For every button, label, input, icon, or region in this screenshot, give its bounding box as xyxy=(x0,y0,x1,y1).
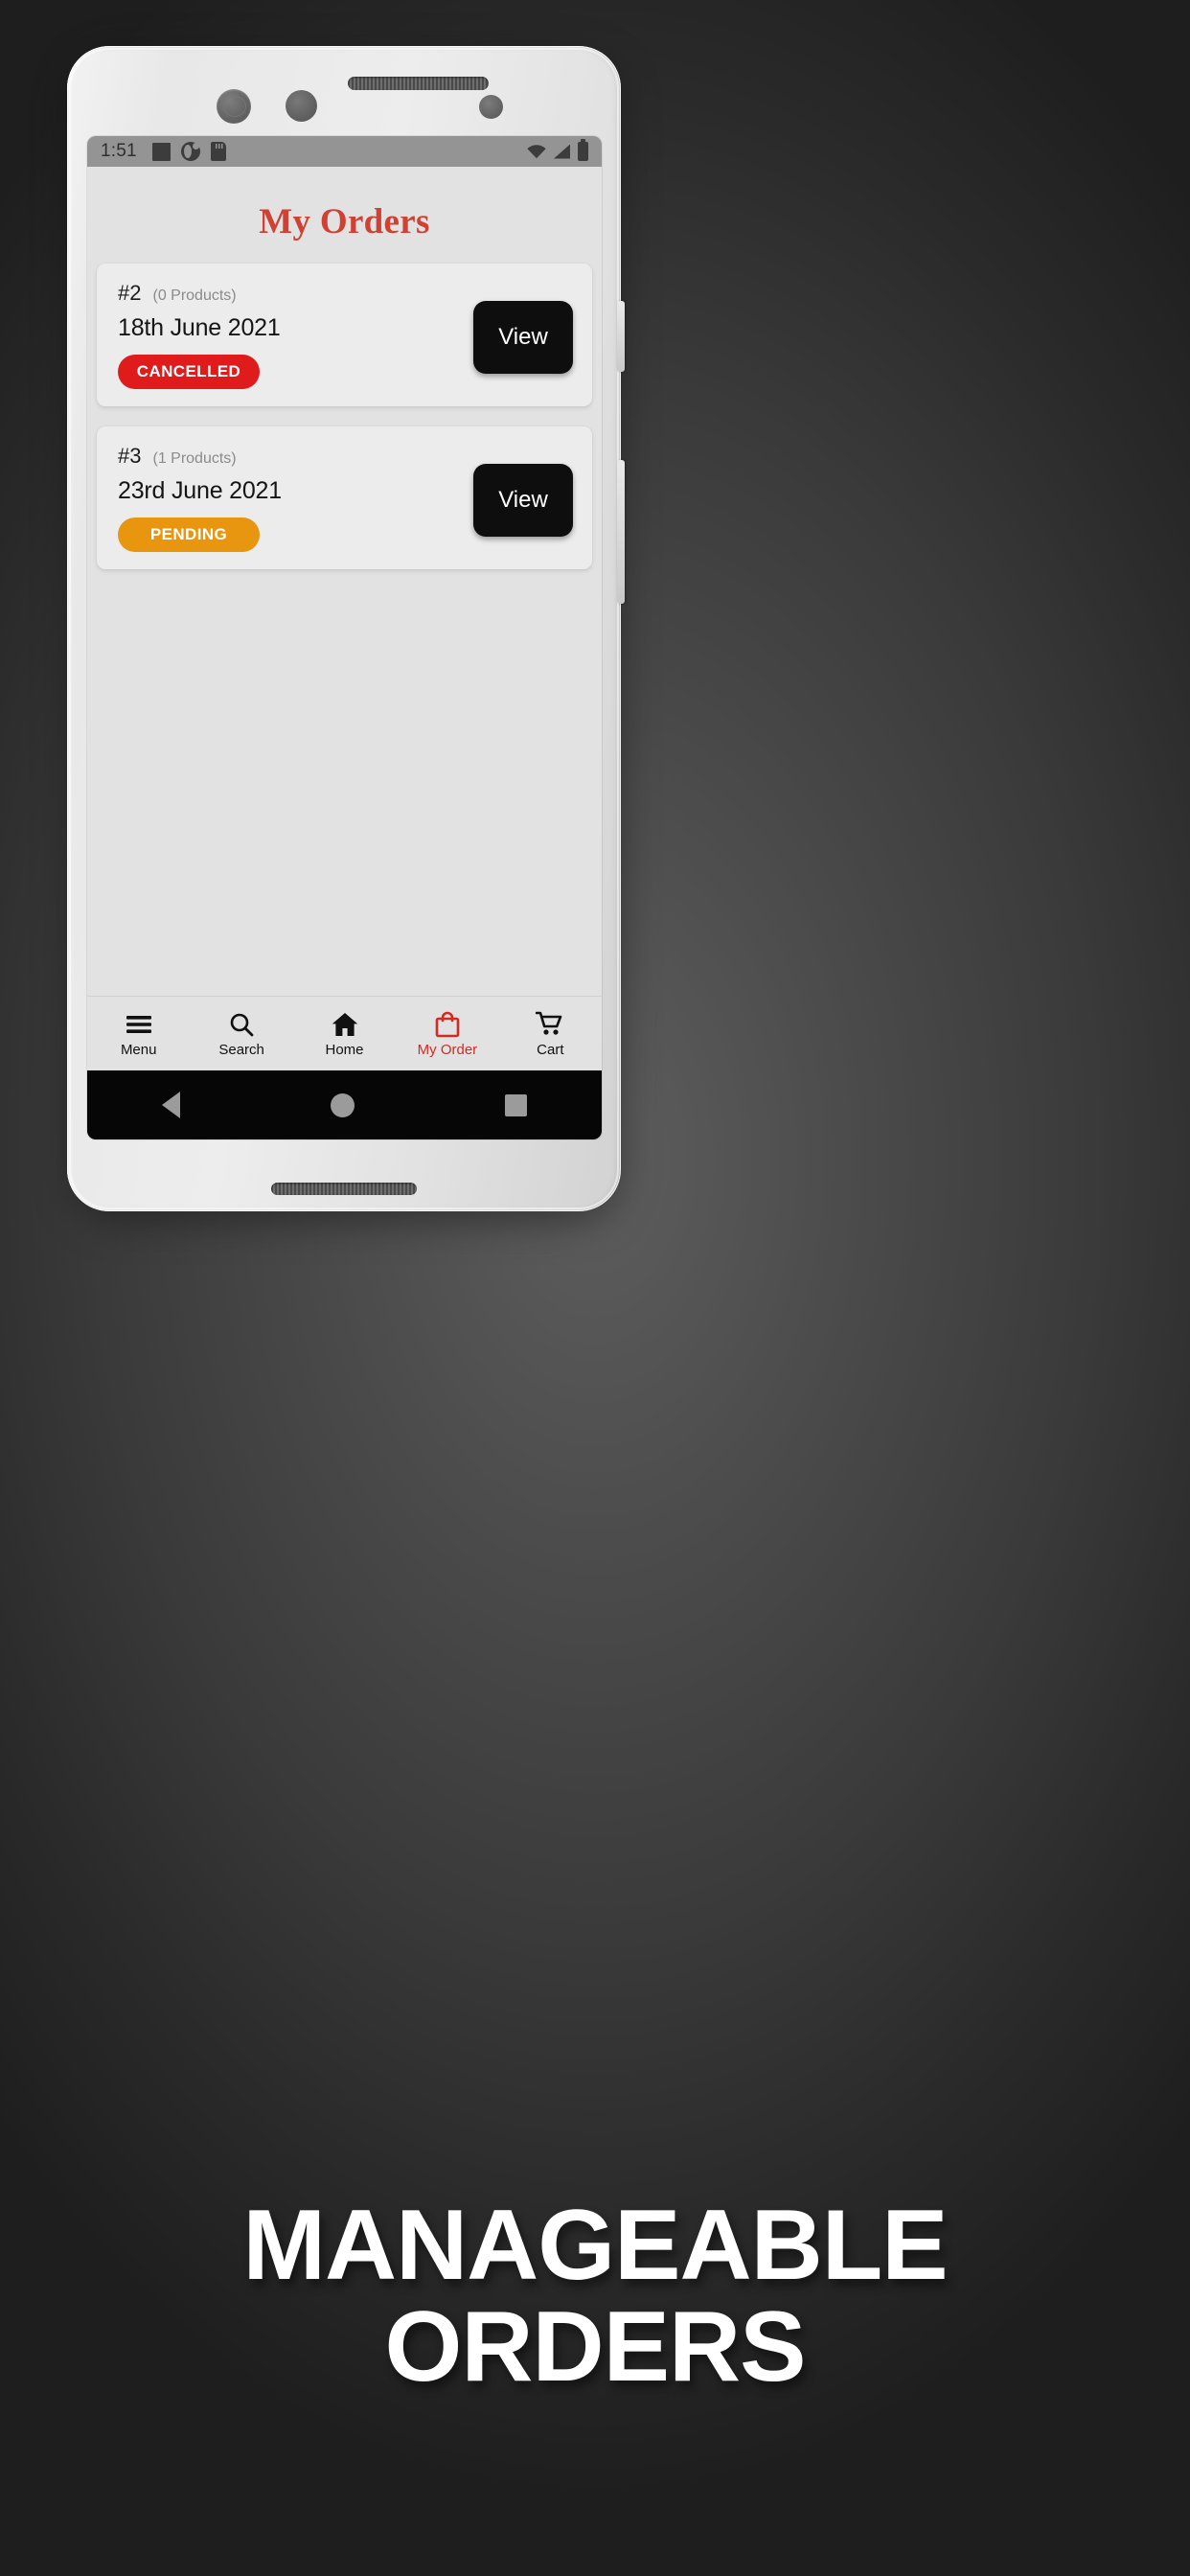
order-number: #2 xyxy=(118,281,142,305)
view-order-button[interactable]: View xyxy=(473,300,573,374)
wifi-icon xyxy=(527,144,546,159)
home-circle-icon[interactable] xyxy=(330,1092,355,1117)
shopping-cart-icon xyxy=(536,1011,564,1038)
search-icon xyxy=(229,1011,254,1038)
phone-mockup: 1:51 My Orders #2 (0 Products) 18th June… xyxy=(67,46,625,1219)
order-number: #3 xyxy=(118,444,142,468)
status-bar: 1:51 xyxy=(87,136,602,167)
power-button[interactable] xyxy=(617,301,625,372)
promo-caption: MANAGEABLE ORDERS xyxy=(0,2195,1190,2398)
nav-label-menu: Menu xyxy=(120,1041,157,1058)
signal-icon xyxy=(554,144,570,159)
order-card[interactable]: #2 (0 Products) 18th June 2021 CANCELLED… xyxy=(97,264,592,406)
front-sensor-icon xyxy=(286,90,317,122)
earpiece-speaker-grille xyxy=(348,77,489,90)
nav-item-home[interactable]: Home xyxy=(293,1011,396,1057)
nav-label-my-order: My Order xyxy=(417,1041,478,1058)
order-date: 23rd June 2021 xyxy=(118,477,282,504)
android-system-nav xyxy=(87,1070,602,1139)
bottom-navigation-bar: Menu Search Home My Order Cart xyxy=(87,996,602,1070)
order-header-row: #3 (1 Products) xyxy=(118,444,473,469)
shopping-bag-icon xyxy=(435,1011,460,1038)
proximity-sensor-icon xyxy=(479,95,503,119)
caption-line-2: ORDERS xyxy=(384,2291,807,2404)
order-date: 18th June 2021 xyxy=(118,314,281,341)
nav-label-home: Home xyxy=(325,1041,364,1058)
volume-button[interactable] xyxy=(617,460,625,604)
status-badge: CANCELLED xyxy=(118,355,260,389)
status-bar-system-icons xyxy=(527,139,588,161)
hamburger-menu-icon xyxy=(126,1011,152,1038)
page-title: My Orders xyxy=(259,202,430,242)
view-order-button[interactable]: View xyxy=(473,463,573,537)
front-camera-icon xyxy=(217,89,251,124)
app-content: My Orders #2 (0 Products) 18th June 2021… xyxy=(87,167,602,1070)
nav-item-search[interactable]: Search xyxy=(190,1011,292,1057)
recents-square-icon[interactable] xyxy=(504,1093,527,1116)
back-triangle-icon[interactable] xyxy=(162,1092,181,1118)
phone-screen: 1:51 My Orders #2 (0 Products) 18th June… xyxy=(87,136,602,1139)
nav-item-menu[interactable]: Menu xyxy=(87,1011,190,1057)
order-header-row: #2 (0 Products) xyxy=(118,281,473,306)
home-icon xyxy=(332,1011,358,1038)
order-product-count: (0 Products) xyxy=(152,288,237,304)
nav-item-my-order[interactable]: My Order xyxy=(396,1011,498,1057)
order-card[interactable]: #3 (1 Products) 23rd June 2021 PENDING V… xyxy=(97,426,592,569)
battery-icon xyxy=(578,139,588,161)
nav-item-cart[interactable]: Cart xyxy=(499,1011,602,1057)
square-notification-icon xyxy=(151,142,171,161)
order-product-count: (1 Products) xyxy=(152,450,237,467)
bottom-speaker-grille xyxy=(271,1183,417,1195)
nav-label-search: Search xyxy=(218,1041,264,1058)
caption-line-1: MANAGEABLE xyxy=(242,2190,948,2301)
order-details: #3 (1 Products) 23rd June 2021 PENDING xyxy=(118,444,473,552)
order-details: #2 (0 Products) 18th June 2021 CANCELLED xyxy=(118,281,473,389)
nav-label-cart: Cart xyxy=(537,1041,564,1058)
contrast-circle-icon xyxy=(180,142,200,161)
status-bar-time: 1:51 xyxy=(101,141,137,161)
orders-list: #2 (0 Products) 18th June 2021 CANCELLED… xyxy=(87,264,602,569)
sd-card-icon xyxy=(210,142,226,161)
status-bar-notifications xyxy=(151,142,226,161)
status-badge: PENDING xyxy=(118,518,260,552)
